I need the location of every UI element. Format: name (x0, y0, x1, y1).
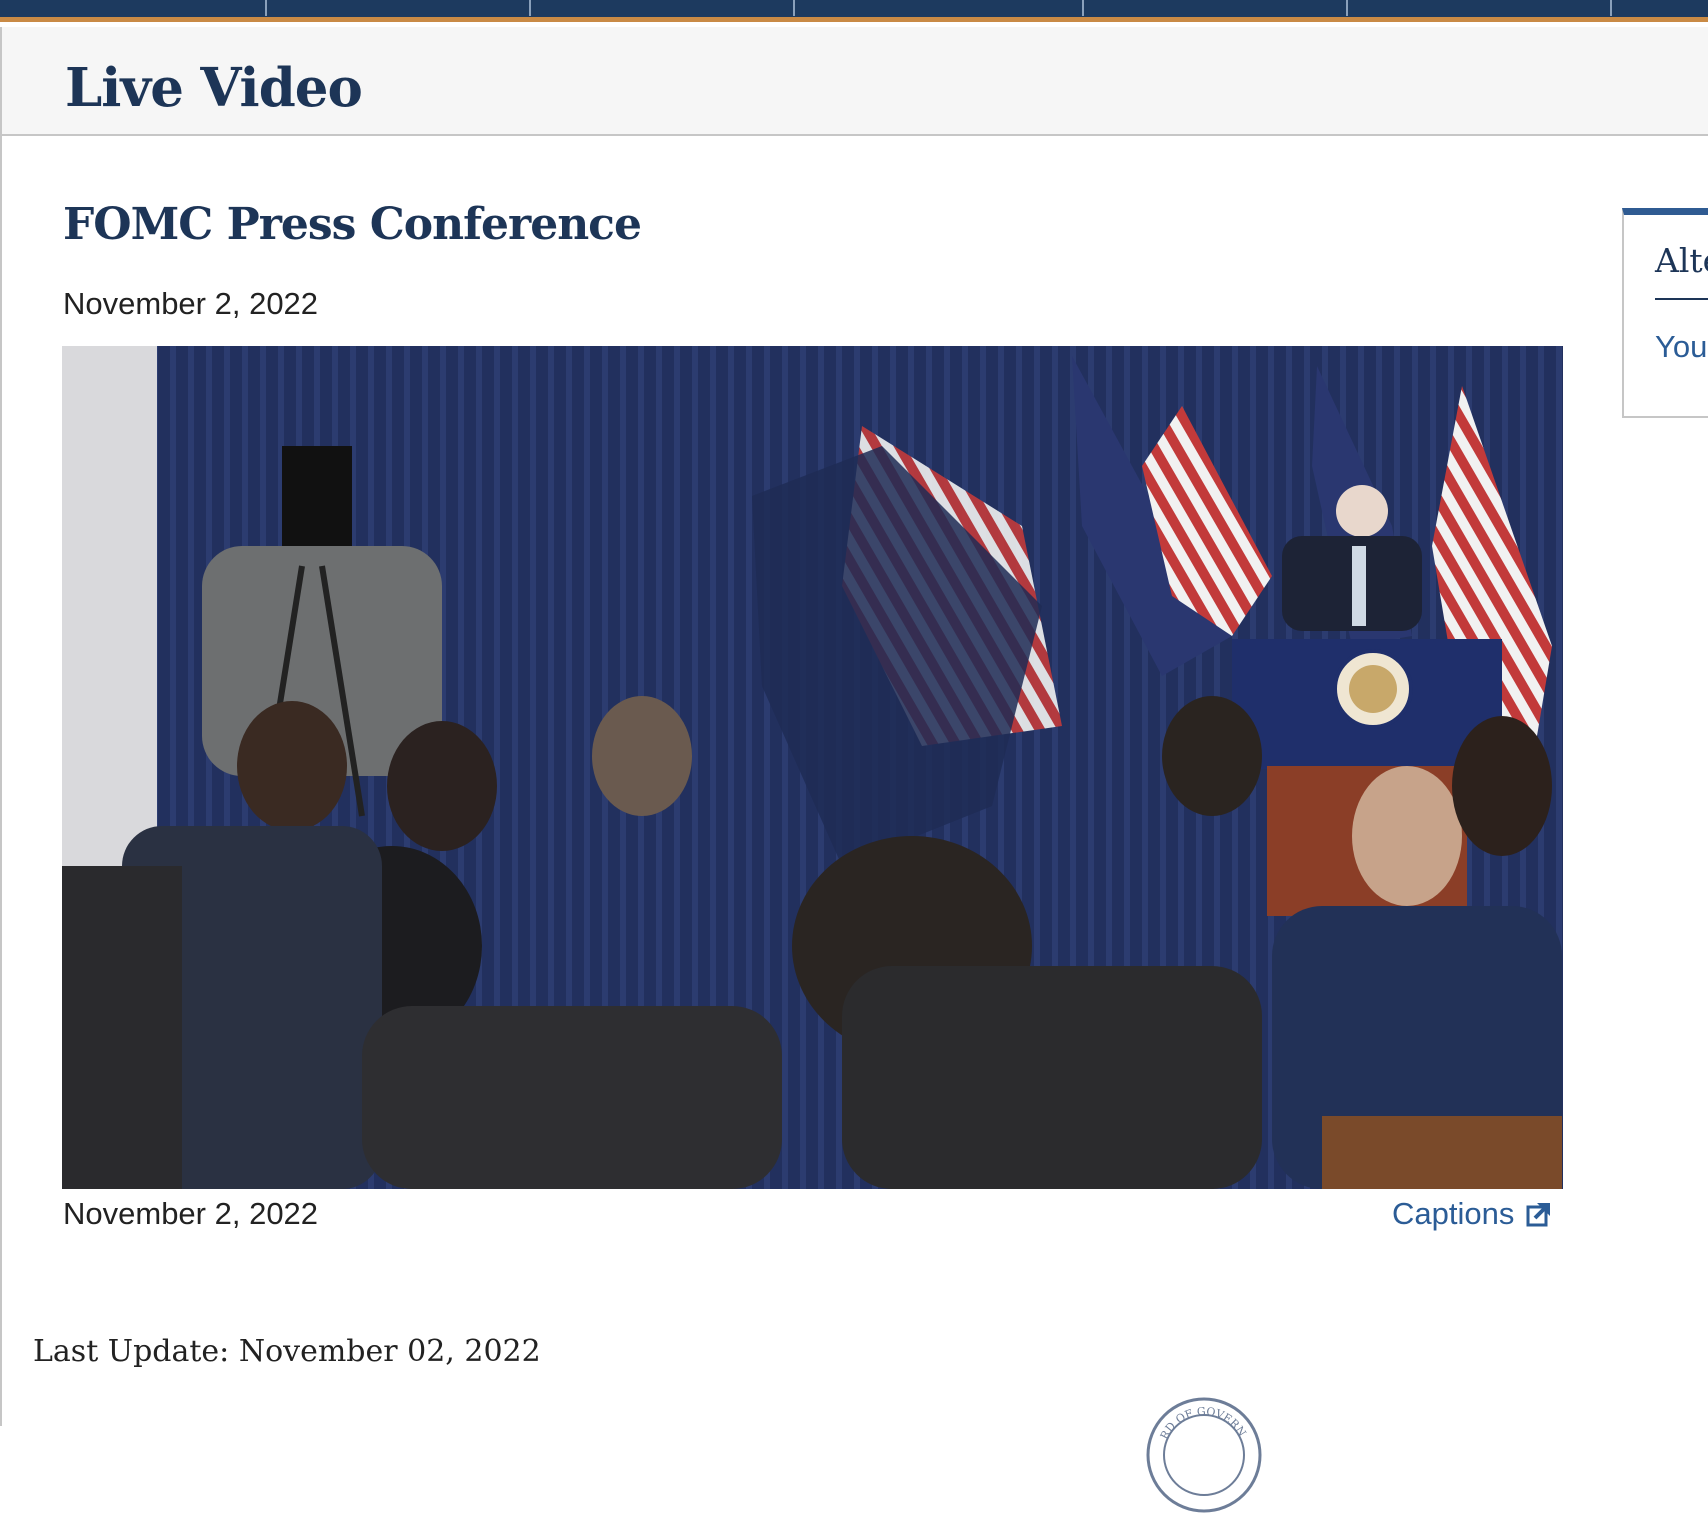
video-player[interactable] (62, 346, 1563, 1189)
nav-separator (265, 0, 267, 16)
nav-separator (1082, 0, 1084, 16)
content-left-border (0, 136, 2, 1426)
captions-link[interactable]: Captions (1392, 1196, 1552, 1232)
sidebar-divider (1655, 298, 1708, 300)
sidebar-link-youtube[interactable]: You (1655, 329, 1707, 365)
article-date: November 2, 2022 (63, 286, 319, 321)
page-title: Live Video (65, 57, 363, 119)
federal-reserve-seal-icon: RD OF GOVERN (1146, 1397, 1262, 1513)
top-navigation-bar (0, 0, 1708, 22)
nav-separator (793, 0, 795, 16)
article-title: FOMC Press Conference (63, 199, 642, 250)
nav-separator (1610, 0, 1612, 16)
sidebar-title: Alte (1655, 241, 1708, 280)
external-link-icon (1526, 1203, 1551, 1227)
alternate-formats-panel: Alte You (1622, 208, 1708, 418)
video-frame-illustration (62, 346, 1563, 1189)
page-header: Live Video (0, 27, 1708, 136)
nav-separator (1346, 0, 1348, 16)
captions-label: Captions (1392, 1196, 1515, 1231)
last-update: Last Update: November 02, 2022 (33, 1334, 541, 1369)
nav-separator (529, 0, 531, 16)
video-caption-date: November 2, 2022 (63, 1196, 319, 1231)
